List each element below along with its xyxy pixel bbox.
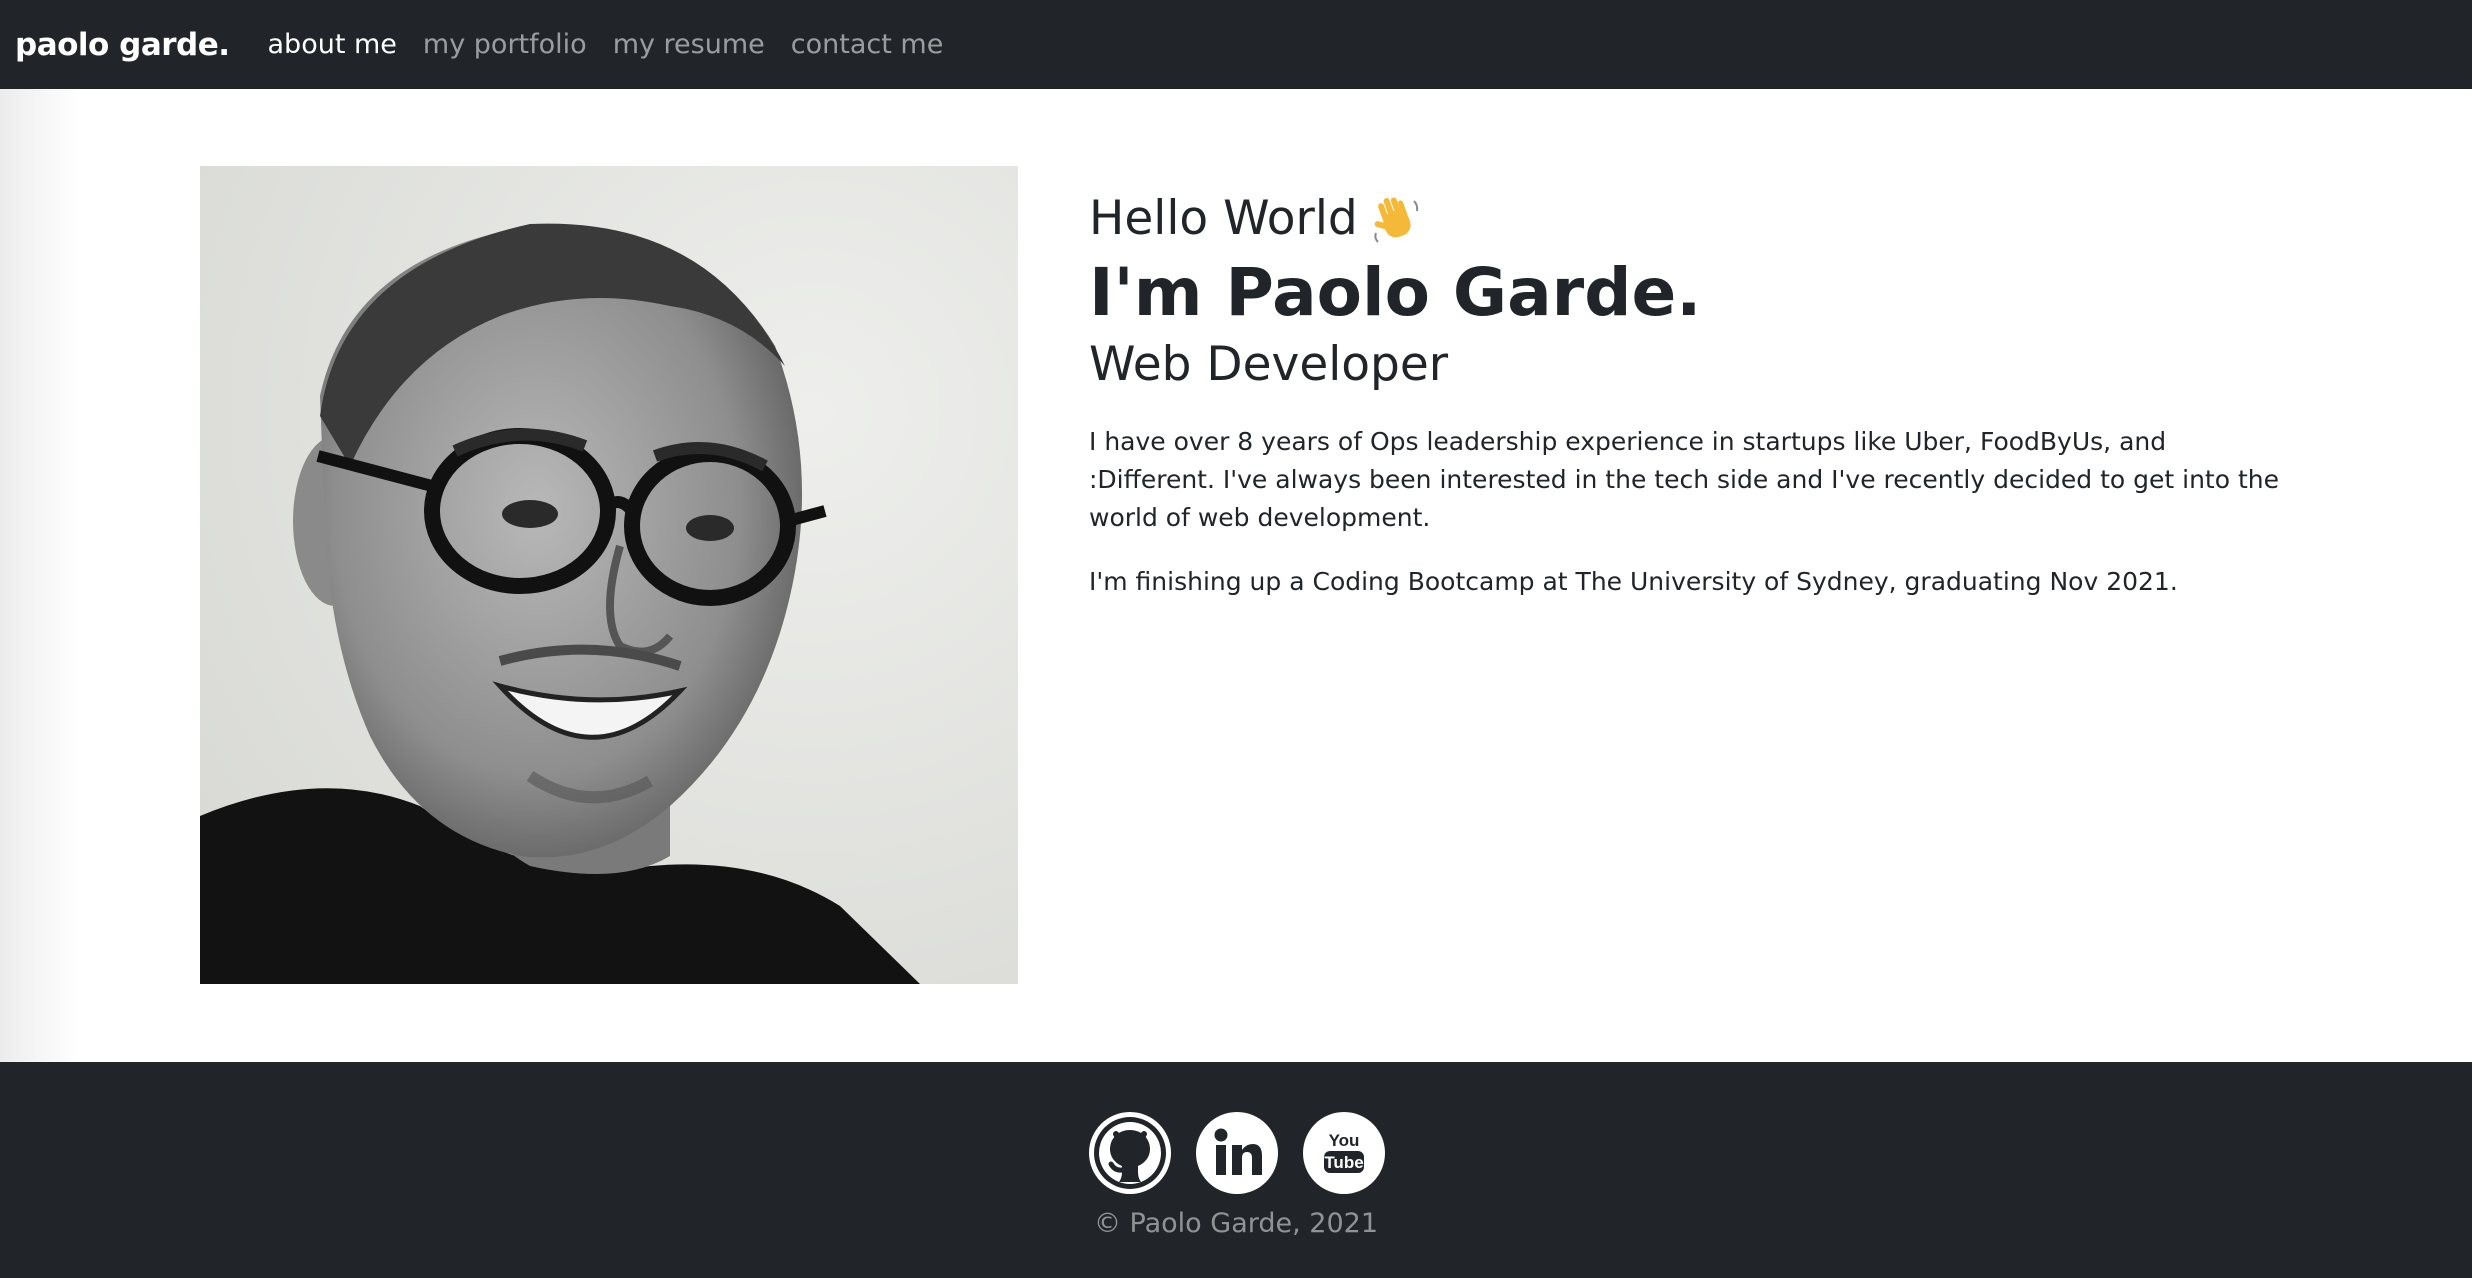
name-heading: I'm Paolo Garde. (1089, 254, 1702, 331)
bio-paragraph-experience: I have over 8 years of Ops leadership ex… (1089, 427, 2280, 532)
linkedin-link[interactable] (1196, 1112, 1278, 1194)
footer: You Tube © Paolo Garde, 2021 (0, 1062, 2472, 1278)
profile-photo (200, 166, 1018, 984)
copyright-text: © Paolo Garde, 2021 (1093, 1208, 1379, 1239)
intro-section: Hello World I'm Paolo Garde. Web Develop… (1089, 189, 2289, 601)
youtube-text-top: You (1329, 1131, 1360, 1150)
waving-hand-icon (1370, 193, 1422, 245)
github-icon (1089, 1112, 1171, 1194)
nav-link-contact-me[interactable]: contact me (791, 29, 944, 60)
youtube-text-bottom: Tube (1324, 1153, 1363, 1172)
nav-link-my-portfolio[interactable]: my portfolio (423, 29, 587, 60)
greeting-heading: Hello World (1089, 189, 2289, 249)
nav-link-my-resume[interactable]: my resume (613, 29, 765, 60)
nav-links: about me my portfolio my resume contact … (268, 29, 970, 60)
greeting-text: Hello World (1089, 191, 1358, 246)
role-heading: Web Developer (1089, 337, 1449, 392)
main-content: Hello World I'm Paolo Garde. Web Develop… (0, 89, 2472, 1062)
brand-logo[interactable]: paolo garde. (15, 27, 230, 63)
youtube-link[interactable]: You Tube (1303, 1112, 1385, 1194)
social-links: You Tube (1089, 1112, 1410, 1194)
youtube-icon: You Tube (1303, 1112, 1385, 1194)
linkedin-icon (1196, 1112, 1278, 1194)
nav-link-about-me[interactable]: about me (268, 29, 397, 60)
github-link[interactable] (1089, 1112, 1171, 1194)
navbar: paolo garde. about me my portfolio my re… (0, 0, 2472, 89)
bio-paragraph-bootcamp: I'm finishing up a Coding Bootcamp at Th… (1089, 567, 2178, 596)
